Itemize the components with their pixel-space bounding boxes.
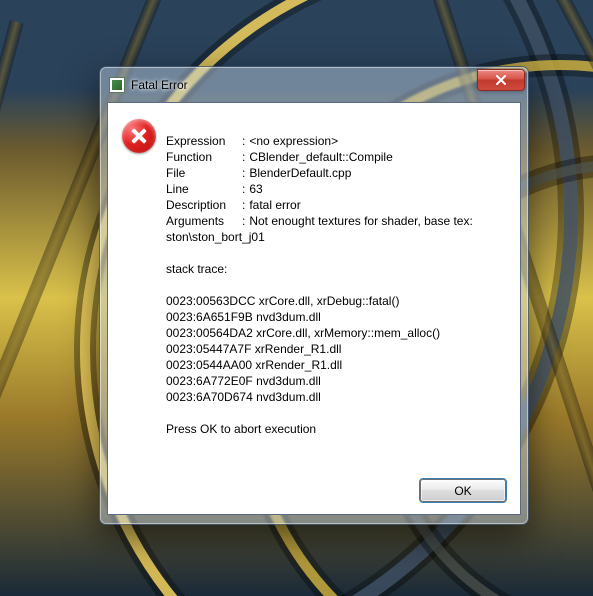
stack-trace-line: 0023:05447A7F xrRender_R1.dll	[166, 342, 341, 356]
field-value: 63	[249, 181, 472, 197]
field-label: Function	[166, 149, 242, 165]
stack-trace-line: 0023:6A70D674 nvd3dum.dll	[166, 390, 321, 404]
stack-trace-line: 0023:6A651F9B nvd3dum.dll	[166, 310, 321, 324]
stack-trace-line: 0023:00564DA2 xrCore.dll, xrMemory::mem_…	[166, 326, 440, 340]
close-icon	[495, 75, 507, 85]
app-icon	[109, 77, 125, 93]
field-label: File	[166, 165, 242, 181]
field-value: CBlender_default::Compile	[249, 149, 472, 165]
dialog-window: Fatal Error Expression:<no expression> F…	[99, 66, 529, 525]
stack-trace-header: stack trace:	[166, 262, 227, 276]
stack-trace-line: 0023:0544AA00 xrRender_R1.dll	[166, 358, 342, 372]
dialog-client-area: Expression:<no expression> Function:CBle…	[107, 102, 521, 515]
desktop-wallpaper: Fatal Error Expression:<no expression> F…	[0, 0, 593, 596]
stack-trace-line: 0023:6A772E0F nvd3dum.dll	[166, 374, 321, 388]
dialog-footer-text: Press OK to abort execution	[166, 422, 316, 436]
window-title: Fatal Error	[131, 78, 519, 92]
stack-trace-line: 0023:00563DCC xrCore.dll, xrDebug::fatal…	[166, 294, 399, 308]
field-label: Line	[166, 181, 242, 197]
field-label: Arguments	[166, 213, 242, 229]
field-label: Description	[166, 197, 242, 213]
arguments-continuation: ston\ston_bort_j01	[166, 230, 265, 244]
error-message: Expression:<no expression> Function:CBle…	[166, 117, 506, 469]
close-button[interactable]	[477, 69, 525, 91]
field-value: fatal error	[249, 197, 472, 213]
ok-button[interactable]: OK	[420, 479, 506, 502]
field-value: BlenderDefault.cpp	[249, 165, 472, 181]
field-value: Not enought textures for shader, base te…	[249, 213, 472, 229]
title-bar[interactable]: Fatal Error	[107, 74, 521, 96]
field-value: <no expression>	[249, 133, 472, 149]
field-label: Expression	[166, 133, 242, 149]
error-icon	[122, 119, 156, 153]
